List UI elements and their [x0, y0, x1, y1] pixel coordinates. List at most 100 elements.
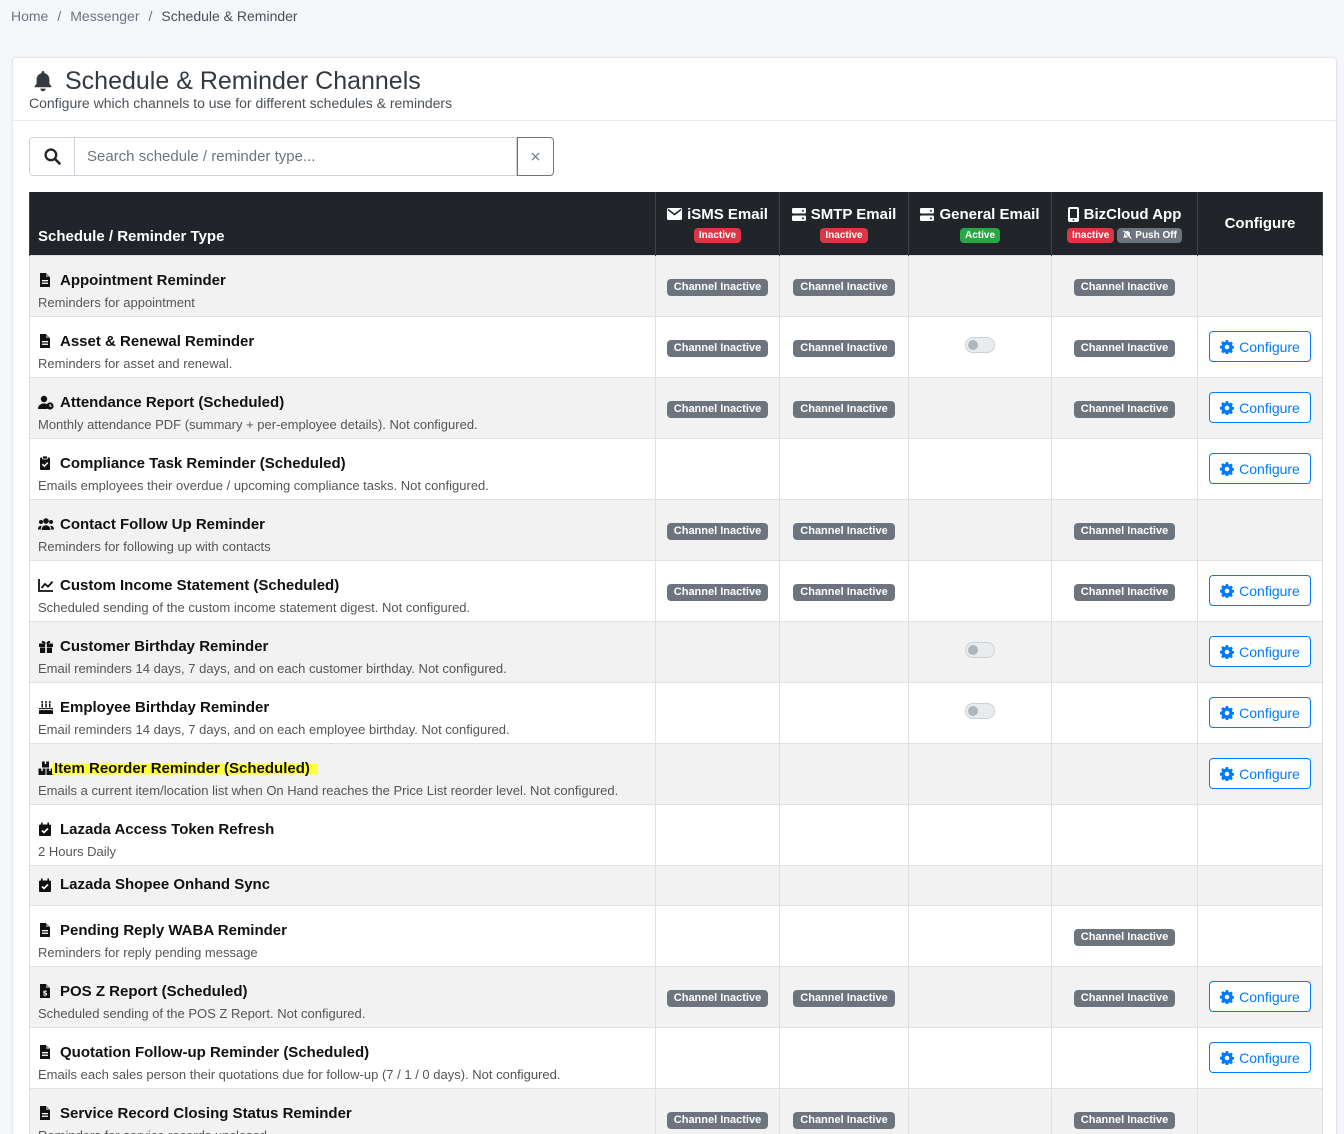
- row-description: Reminders for service records unclosed: [38, 1128, 647, 1134]
- channel-inactive-badge: Channel Inactive: [1073, 929, 1176, 946]
- channel-inactive-badge: Channel Inactive: [793, 990, 895, 1007]
- table-row: Asset & Renewal Reminder Reminders for as…: [29, 315, 1323, 378]
- channel-inactive-badge: Channel Inactive: [666, 279, 769, 296]
- search-input[interactable]: [74, 137, 517, 176]
- table-row: Customer Birthday Reminder Email reminder…: [29, 620, 1323, 683]
- bizcloud-cell: [1051, 437, 1198, 500]
- general-cell: [908, 498, 1052, 561]
- smtp-cell: Channel Inactive: [779, 498, 909, 561]
- bizcloud-status-badge: Inactive: [1067, 227, 1115, 243]
- configure-button[interactable]: Configure: [1209, 331, 1311, 362]
- configure-button[interactable]: Configure: [1209, 1042, 1311, 1073]
- row-title: Quotation Follow-up Reminder (Scheduled): [38, 1044, 647, 1062]
- file-icon: [40, 923, 50, 937]
- smtp-header-label: SMTP Email: [810, 205, 897, 223]
- chart-line-icon: [38, 579, 54, 592]
- isms-cell: Channel Inactive: [655, 965, 780, 1028]
- column-header-bizcloud: BizCloud App Inactive Push Off: [1051, 192, 1198, 255]
- breadcrumb-messenger[interactable]: Messenger: [70, 8, 139, 24]
- breadcrumb-separator: /: [148, 8, 153, 24]
- table-row: Employee Birthday Reminder Email reminder…: [29, 681, 1323, 744]
- isms-status-badge: Inactive: [693, 227, 742, 243]
- row-type-cell: $ POS Z Report (Scheduled) Scheduled sendi…: [29, 965, 656, 1028]
- bizcloud-cell: [1051, 864, 1198, 906]
- row-title-text: Lazada Access Token Refresh: [60, 820, 275, 838]
- table-row: Item Reorder Reminder (Scheduled) Emails …: [29, 742, 1323, 805]
- gear-icon: [1220, 339, 1235, 354]
- configure-button[interactable]: Configure: [1209, 758, 1311, 789]
- channel-inactive-badge: Channel Inactive: [793, 584, 895, 601]
- row-title-text: Item Reorder Reminder (Scheduled): [52, 759, 318, 778]
- calendar-check-icon: [39, 878, 51, 892]
- configure-cell: Configure: [1197, 965, 1323, 1028]
- general-status-badge: Active: [959, 227, 1000, 243]
- search-group: ×: [29, 137, 554, 176]
- channel-inactive-badge: Channel Inactive: [666, 584, 769, 601]
- file-icon: [40, 334, 50, 348]
- server-icon: [791, 207, 806, 221]
- bizcloud-cell: Channel Inactive: [1051, 315, 1198, 378]
- configure-cell: Configure: [1197, 559, 1323, 622]
- column-header-smtp: SMTP Email Inactive: [779, 192, 909, 255]
- channel-toggle[interactable]: [965, 337, 995, 353]
- gear-icon: [1220, 644, 1235, 659]
- configure-button[interactable]: Configure: [1209, 636, 1311, 667]
- row-title: Lazada Access Token Refresh: [38, 821, 647, 839]
- general-cell: [908, 437, 1052, 500]
- general-cell: [908, 864, 1052, 906]
- configure-button[interactable]: Configure: [1209, 981, 1311, 1012]
- row-title-text: Service Record Closing Status Reminder: [60, 1104, 352, 1122]
- general-cell: [908, 1087, 1052, 1134]
- configure-cell: [1197, 904, 1323, 967]
- general-cell: [908, 376, 1052, 439]
- configure-button[interactable]: Configure: [1209, 697, 1311, 728]
- breadcrumb-current: Schedule & Reminder: [161, 8, 298, 24]
- channels-table: Schedule / Reminder Type iSMS Email Inac…: [29, 192, 1323, 1134]
- general-cell: [908, 559, 1052, 622]
- isms-header-label: iSMS Email: [687, 205, 768, 223]
- users-icon: [38, 518, 54, 530]
- configure-label: Configure: [1239, 765, 1300, 782]
- file-icon: [40, 1106, 50, 1120]
- table-row: Appointment Reminder Reminders for appoin…: [29, 254, 1323, 317]
- channel-inactive-badge: Channel Inactive: [666, 1112, 769, 1129]
- column-header-configure: Configure: [1197, 192, 1323, 255]
- clipboard-check-icon: [40, 456, 50, 470]
- channel-inactive-badge: Channel Inactive: [666, 401, 769, 418]
- isms-cell: Channel Inactive: [655, 1087, 780, 1134]
- configure-button[interactable]: Configure: [1209, 453, 1311, 484]
- push-off-label: Push Off: [1135, 229, 1177, 241]
- bizcloud-cell: [1051, 1026, 1198, 1089]
- configure-button[interactable]: Configure: [1209, 575, 1311, 606]
- card-header: Schedule & Reminder Channels Configure w…: [13, 58, 1336, 121]
- bizcloud-cell: Channel Inactive: [1051, 904, 1198, 967]
- row-description: Email reminders 14 days, 7 days, and on …: [38, 721, 510, 737]
- isms-cell: [655, 864, 780, 906]
- row-type-cell: Quotation Follow-up Reminder (Scheduled)…: [29, 1026, 656, 1089]
- bizcloud-cell: Channel Inactive: [1051, 1087, 1198, 1134]
- column-header-general: General Email Active: [908, 192, 1052, 255]
- channel-toggle[interactable]: [965, 703, 995, 719]
- row-type-cell: Custom Income Statement (Scheduled) Sched…: [29, 559, 656, 622]
- smtp-cell: Channel Inactive: [779, 1087, 909, 1134]
- channel-inactive-badge: Channel Inactive: [666, 340, 769, 357]
- file-invoice-icon: $: [40, 984, 50, 998]
- clear-search-button[interactable]: ×: [517, 137, 554, 176]
- configure-cell: Configure: [1197, 315, 1323, 378]
- server-icon: [920, 207, 935, 221]
- file-icon: [40, 273, 50, 287]
- row-title: Service Record Closing Status Reminder: [38, 1105, 647, 1123]
- row-title: Item Reorder Reminder (Scheduled): [38, 759, 647, 778]
- bizcloud-cell: Channel Inactive: [1051, 559, 1198, 622]
- isms-cell: [655, 1026, 780, 1089]
- configure-button[interactable]: Configure: [1209, 392, 1311, 423]
- bizcloud-cell: Channel Inactive: [1051, 498, 1198, 561]
- configure-cell: [1197, 864, 1323, 906]
- search-button[interactable]: [29, 137, 74, 176]
- smtp-cell: [779, 1026, 909, 1089]
- channel-inactive-badge: Channel Inactive: [1073, 584, 1176, 601]
- channel-toggle[interactable]: [965, 642, 995, 658]
- gear-icon: [1220, 705, 1235, 720]
- breadcrumb-home[interactable]: Home: [11, 8, 48, 24]
- bizcloud-cell: [1051, 620, 1198, 683]
